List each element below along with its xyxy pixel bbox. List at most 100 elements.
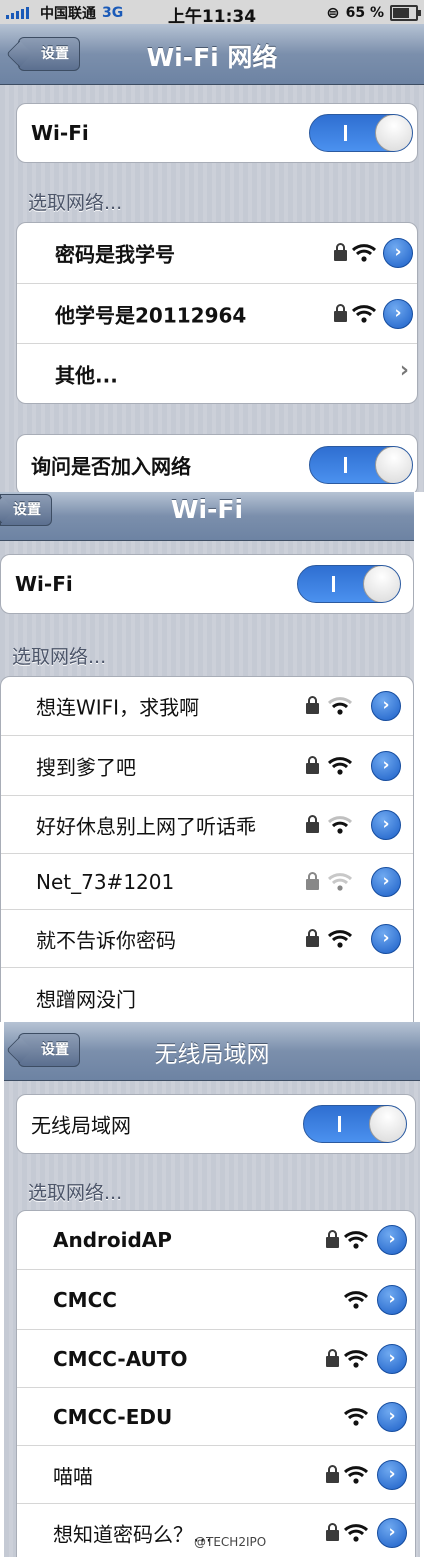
wifi-toggle[interactable] bbox=[297, 565, 401, 603]
network-row[interactable]: CMCC › bbox=[17, 1269, 415, 1329]
network-details-button[interactable]: › bbox=[383, 238, 413, 268]
wifi-toggle[interactable] bbox=[309, 114, 413, 152]
wifi-strong-icon bbox=[351, 244, 377, 262]
network-row[interactable]: 就不告诉你密码 › bbox=[1, 909, 413, 967]
choose-network-label: 选取网络... bbox=[12, 646, 107, 668]
wifi-row: 无线局域网 bbox=[17, 1095, 415, 1153]
watermark: @TECH2IPO bbox=[194, 1535, 267, 1549]
network-name: 就不告诉你密码 bbox=[36, 928, 176, 952]
wifi-label: Wi-Fi bbox=[15, 572, 73, 596]
back-button[interactable]: 设置 bbox=[0, 494, 52, 526]
navigation-bar: 设置 无线局域网 bbox=[4, 1022, 420, 1081]
network-list: 密码是我学号 › 他学号是20112964 › 其他... › bbox=[16, 222, 418, 404]
network-name: Net_73#1201 bbox=[36, 869, 175, 894]
lock-icon bbox=[334, 243, 347, 261]
lock-icon bbox=[306, 756, 319, 774]
navigation-bar: 设置 Wi-Fi 网络 bbox=[0, 24, 424, 85]
lock-icon bbox=[334, 304, 347, 322]
wifi-row: Wi-Fi bbox=[1, 555, 413, 613]
network-row[interactable]: 搜到爹了吧 › bbox=[1, 735, 413, 795]
wifi-row: Wi-Fi bbox=[17, 104, 417, 162]
lock-icon bbox=[326, 1465, 339, 1483]
lock-icon bbox=[306, 872, 319, 890]
network-details-button[interactable]: › bbox=[377, 1518, 407, 1548]
battery-percent: 65 % bbox=[345, 4, 384, 21]
network-details-button[interactable]: › bbox=[371, 751, 401, 781]
page-title: Wi-Fi bbox=[170, 495, 244, 524]
back-button[interactable]: 设置 bbox=[18, 37, 80, 71]
other-network-row[interactable]: 其他... › bbox=[17, 343, 417, 403]
wifi-toggle-group: Wi-Fi bbox=[0, 554, 414, 614]
network-name: 想蹭网没门 bbox=[36, 987, 136, 1011]
network-row[interactable]: AndroidAP › bbox=[17, 1211, 415, 1269]
lock-icon bbox=[306, 696, 319, 714]
choose-network-label: 选取网络... bbox=[28, 1182, 123, 1204]
network-details-button[interactable]: › bbox=[377, 1344, 407, 1374]
wifi-strong-icon bbox=[327, 757, 353, 775]
network-details-button[interactable]: › bbox=[377, 1225, 407, 1255]
network-row[interactable]: CMCC-AUTO › bbox=[17, 1329, 415, 1387]
lock-icon bbox=[326, 1523, 339, 1541]
network-row[interactable]: 想连WIFI，求我啊 › bbox=[1, 677, 413, 735]
wifi-toggle-group: Wi-Fi bbox=[16, 103, 418, 163]
navigation-bar: 设置 Wi-Fi bbox=[0, 492, 414, 541]
network-name: CMCC-AUTO bbox=[53, 1346, 188, 1371]
wifi-weak-icon bbox=[327, 873, 353, 891]
network-row[interactable]: 想蹭网没门 bbox=[1, 967, 413, 1022]
network-row[interactable]: 密码是我学号 › bbox=[17, 223, 417, 283]
network-row[interactable]: CMCC-EDU › bbox=[17, 1387, 415, 1445]
wifi-strong-icon bbox=[343, 1231, 369, 1249]
network-name: 想知道密码么？... bbox=[53, 1522, 213, 1546]
wifi-weak-icon bbox=[327, 816, 353, 834]
network-row[interactable]: Net_73#1201 › bbox=[1, 853, 413, 909]
panel-3: 设置 无线局域网 无线局域网 选取网络... AndroidAP › CMCC … bbox=[4, 1022, 420, 1557]
wifi-label: 无线局域网 bbox=[31, 1113, 131, 1138]
lock-rotation-icon: ⊜ bbox=[326, 3, 340, 22]
network-row[interactable]: 好好休息别上网了听话乖 › bbox=[1, 795, 413, 853]
network-details-button[interactable]: › bbox=[383, 299, 413, 329]
wifi-toggle[interactable] bbox=[303, 1105, 407, 1143]
network-details-button[interactable]: › bbox=[371, 867, 401, 897]
network-list: AndroidAP › CMCC › CMCC-AUTO › CMCC-EDU … bbox=[16, 1210, 416, 1557]
panel-2: 设置 Wi-Fi Wi-Fi 选取网络... 想连WIFI，求我啊 › 搜到爹了… bbox=[0, 492, 414, 1022]
ask-join-label: 询问是否加入网络 bbox=[31, 454, 191, 479]
other-label: 其他... bbox=[55, 363, 118, 387]
network-name: CMCC-EDU bbox=[53, 1404, 173, 1429]
lock-icon bbox=[326, 1230, 339, 1248]
network-details-button[interactable]: › bbox=[371, 924, 401, 954]
lock-icon bbox=[326, 1349, 339, 1367]
network-details-button[interactable]: › bbox=[377, 1285, 407, 1315]
wifi-weak-icon bbox=[327, 697, 353, 715]
network-row[interactable]: 他学号是20112964 › bbox=[17, 283, 417, 343]
wifi-strong-icon bbox=[343, 1291, 369, 1309]
wifi-strong-icon bbox=[351, 305, 377, 323]
network-list: 想连WIFI，求我啊 › 搜到爹了吧 › 好好休息别上网了听话乖 › Net_7… bbox=[0, 676, 414, 1022]
network-name: CMCC bbox=[53, 1287, 117, 1312]
back-button[interactable]: 设置 bbox=[18, 1033, 80, 1067]
network-details-button[interactable]: › bbox=[377, 1402, 407, 1432]
ask-join-row: 询问是否加入网络 bbox=[17, 435, 417, 492]
wifi-strong-icon bbox=[327, 930, 353, 948]
battery-icon bbox=[390, 4, 421, 21]
network-name: 密码是我学号 bbox=[55, 242, 175, 267]
panel-1: 中国联通 3G 上午11:34 ⊜ 65 % 设置 Wi-Fi 网络 Wi-Fi… bbox=[0, 0, 424, 492]
choose-network-label: 选取网络... bbox=[28, 192, 123, 214]
lock-icon bbox=[306, 815, 319, 833]
network-name: 搜到爹了吧 bbox=[36, 755, 136, 779]
wifi-toggle-group: 无线局域网 bbox=[16, 1094, 416, 1154]
wifi-strong-icon bbox=[343, 1350, 369, 1368]
network-row[interactable]: 喵喵 › bbox=[17, 1445, 415, 1503]
wifi-label: Wi-Fi bbox=[31, 121, 89, 145]
network-name: 他学号是20112964 bbox=[55, 303, 247, 327]
network-details-button[interactable]: › bbox=[371, 810, 401, 840]
network-details-button[interactable]: › bbox=[377, 1460, 407, 1490]
network-name: AndroidAP bbox=[53, 1228, 172, 1252]
wifi-strong-icon bbox=[343, 1408, 369, 1426]
ask-join-group: 询问是否加入网络 bbox=[16, 434, 418, 492]
network-name: 好好休息别上网了听话乖 bbox=[36, 814, 256, 838]
network-name: 喵喵 bbox=[53, 1464, 93, 1488]
wifi-strong-icon bbox=[343, 1524, 369, 1542]
lock-icon bbox=[306, 929, 319, 947]
network-details-button[interactable]: › bbox=[371, 691, 401, 721]
ask-join-toggle[interactable] bbox=[309, 446, 413, 484]
